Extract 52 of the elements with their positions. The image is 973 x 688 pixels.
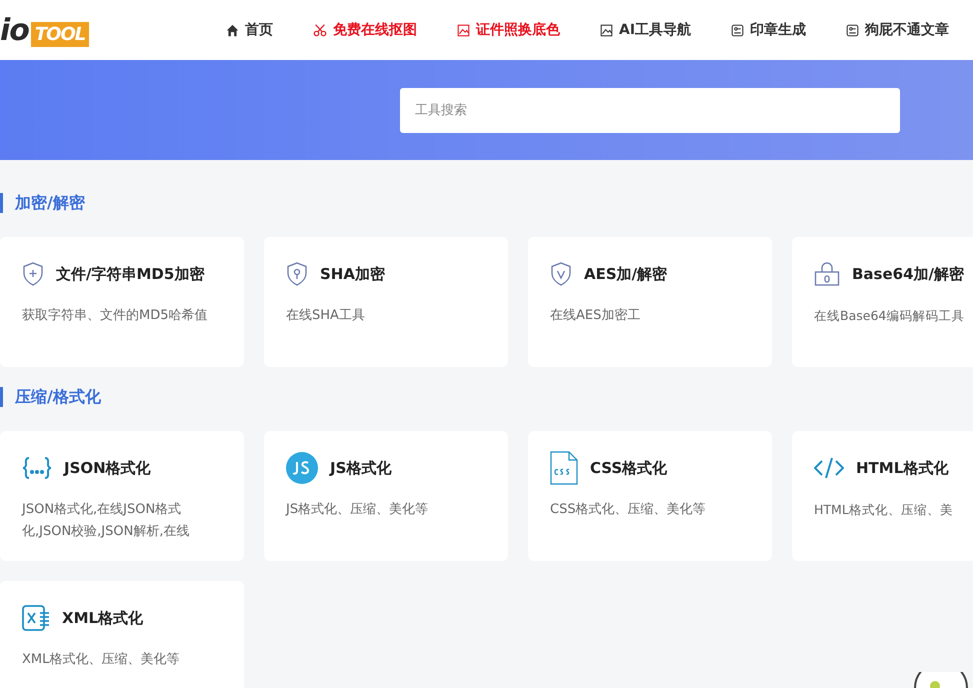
stamp-icon [731, 24, 744, 36]
tool-card[interactable]: JS格式化 JS格式化、压缩、美化等 [264, 431, 508, 561]
home-icon [226, 24, 239, 36]
nav-link[interactable]: AI工具导航 [600, 21, 692, 39]
xml-icon [22, 604, 50, 632]
stamp-icon [846, 24, 860, 36]
section-heading: 加密/解密 [0, 193, 973, 213]
card-description: 在线Base64编码解码工具 [814, 307, 966, 325]
js-icon [286, 452, 318, 484]
scissors-icon [313, 23, 327, 37]
shield-icon [286, 262, 308, 286]
card-title: XML格式化 [62, 608, 144, 628]
tool-card[interactable]: Base64加/解密 在线Base64编码解码工具 [792, 237, 973, 367]
search-field[interactable]: 工具搜索 [400, 88, 900, 132]
image-icon [600, 24, 613, 36]
nav-link[interactable]: 首页 [226, 21, 273, 39]
shield-icon [22, 262, 44, 286]
card-description: CSS格式化、压缩、美化等 [550, 501, 707, 519]
image-icon [457, 24, 470, 36]
card-title: 文件/字符串MD5加密 [56, 264, 204, 284]
card-title: SHA加密 [320, 264, 385, 284]
tool-card[interactable]: CSS格式化 CSS格式化、压缩、美化等 [528, 431, 772, 561]
card-title: JSON格式化 [64, 458, 151, 478]
braces-icon [22, 456, 52, 480]
nav-link[interactable]: 证件照换底色 [457, 21, 560, 39]
card-description: 在线AES加密工 [550, 307, 642, 325]
tool-card[interactable]: SHA加密 在线SHA工具 [264, 237, 508, 367]
card-title: Base64加/解密 [852, 264, 964, 284]
tool-card[interactable]: HTML格式化 HTML格式化、压缩、美 [792, 431, 973, 561]
tool-card[interactable]: 文件/字符串MD5加密 获取字符串、文件的MD5哈希值 [0, 237, 244, 367]
card-description: JSON格式化,在线JSON格式化,JSON校验,JSON解析,在线 [22, 501, 190, 541]
tool-card[interactable]: XML格式化 XML格式化、压缩、美化等 [0, 581, 244, 688]
card-title: CSS格式化 [590, 458, 668, 478]
card-title: JS格式化 [330, 458, 392, 478]
lock-icon [814, 262, 840, 286]
nav-link[interactable]: 狗屁不通文章 [846, 21, 950, 39]
tool-card[interactable]: JSON格式化 JSON格式化,在线JSON格式化,JSON校验,JSON解析,在线 [0, 431, 244, 561]
card-description: HTML格式化、压缩、美 [814, 501, 954, 519]
card-description: 获取字符串、文件的MD5哈希值 [22, 307, 208, 325]
card-description: XML格式化、压缩、美化等 [22, 651, 180, 669]
section-heading: 压缩/格式化 [0, 387, 973, 407]
nav-link[interactable]: 印章生成 [731, 21, 806, 39]
card-title: AES加/解密 [584, 264, 668, 284]
card-title: HTML格式化 [856, 458, 948, 478]
tool-card[interactable]: AES加/解密 在线AES加密工 [528, 237, 772, 367]
card-description: 在线SHA工具 [286, 307, 366, 325]
code-icon [814, 456, 844, 480]
card-description: JS格式化、压缩、美化等 [286, 501, 430, 519]
site-logo[interactable]: io TOOL [0, 12, 226, 48]
css-file-icon [550, 451, 578, 485]
nav-link[interactable]: 免费在线抠图 [313, 21, 417, 39]
shield-icon [550, 262, 572, 286]
